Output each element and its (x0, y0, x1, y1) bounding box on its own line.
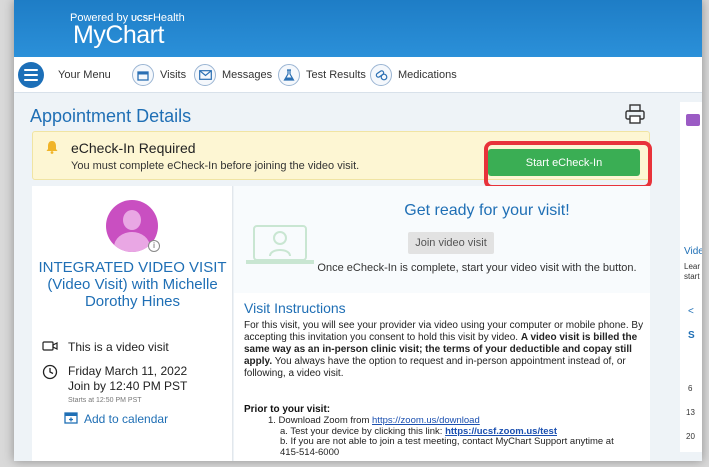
instructions-part-2: You always have the option to request an… (244, 356, 626, 379)
nav-visits-label: Visits (160, 69, 187, 81)
video-visit-label: This is a video visit (68, 340, 169, 354)
ready-message: Once eCheck-In is complete, start your v… (317, 262, 637, 274)
appointment-summary-card: i INTEGRATED VIDEO VISIT (Video Visit) w… (32, 186, 233, 461)
nav-test-results-label: Test Results (306, 69, 366, 81)
header-bar: Powered by UCSFHealth MyChart (14, 0, 702, 57)
nav-medications[interactable]: Medications (370, 57, 457, 93)
prior-steps-list: 1. Download Zoom from https://zoom.us/do… (268, 415, 614, 458)
highlight-annotation (484, 141, 652, 189)
echeckin-message: You must complete eCheck-In before joini… (71, 160, 360, 172)
your-menu-button[interactable]: Your Menu (18, 57, 111, 93)
nav-test-results[interactable]: Test Results (278, 57, 366, 93)
zoom-test-link[interactable]: https://ucsf.zoom.us/test (445, 426, 557, 437)
visit-instructions-title: Visit Instructions (244, 300, 346, 316)
starts-at: Starts at 12:50 PM PST (68, 397, 142, 404)
echeckin-title: eCheck-In Required (71, 140, 196, 156)
page-title: Appointment Details (30, 106, 192, 126)
visit-instructions-text: For this visit, you will see your provid… (244, 320, 644, 380)
step-1b: b. If you are not able to join a test me… (268, 436, 614, 448)
calendar-day-header: S (688, 330, 695, 341)
flask-icon (278, 64, 300, 86)
side-label-2: Lear (684, 262, 701, 271)
video-tile-icon (686, 114, 700, 126)
info-icon[interactable]: i (148, 240, 160, 252)
clock-icon (42, 364, 58, 380)
calendar-date[interactable]: 20 (686, 432, 695, 441)
nav-medications-label: Medications (398, 69, 457, 81)
add-to-calendar-label: Add to calendar (84, 412, 169, 426)
support-phone: 415-514-6000 (280, 446, 340, 458)
join-video-visit-button[interactable]: Join video visit (408, 232, 494, 254)
print-icon[interactable] (624, 104, 646, 124)
nav-visits[interactable]: Visits (132, 57, 186, 93)
provider-title[interactable]: INTEGRATED VIDEO VISIT (Video Visit) wit… (36, 259, 229, 310)
calendar-date[interactable]: 6 (688, 384, 692, 393)
nav-messages-label: Messages (222, 69, 273, 81)
calendar-date[interactable]: 13 (686, 408, 695, 417)
add-to-calendar-link[interactable]: Add to calendar (64, 411, 168, 427)
visit-details-card: Get ready for your visit! Join video vis… (234, 186, 650, 461)
envelope-icon (194, 64, 216, 86)
zoom-download-link[interactable]: https://zoom.us/download (372, 415, 480, 426)
ready-section: Get ready for your visit! Join video vis… (234, 186, 650, 293)
calendar-prev-button[interactable]: < (688, 306, 694, 317)
step-1a-text: a. Test your device by clicking this lin… (280, 425, 446, 437)
pills-icon (370, 64, 392, 86)
appointment-date: Friday March 11, 2022 (68, 364, 188, 378)
side-label-3: start (684, 272, 700, 281)
prior-to-visit-title: Prior to your visit: (244, 404, 331, 415)
app-window: Powered by UCSFHealth MyChart Your Menu … (14, 0, 702, 461)
video-visit-row: This is a video visit (42, 340, 169, 354)
calendar-add-icon (64, 411, 78, 427)
ready-title: Get ready for your visit! (404, 202, 570, 219)
nav-messages[interactable]: Messages (194, 57, 272, 93)
join-by-time: Join by 12:40 PM PST (68, 379, 188, 393)
your-menu-label: Your Menu (58, 69, 111, 81)
mychart-logo[interactable]: MyChart (73, 21, 164, 50)
side-panel: Vide Lear start < S 6 13 20 (680, 102, 702, 452)
step-1-text: 1. Download Zoom from (268, 415, 373, 426)
video-camera-icon (42, 340, 58, 354)
bell-icon (45, 140, 59, 154)
step-1b-text: b. If you are not able to join a test me… (280, 436, 614, 447)
date-row: Friday March 11, 2022 Join by 12:40 PM P… (42, 364, 187, 394)
hamburger-menu-icon (18, 62, 44, 88)
side-label-1[interactable]: Vide (684, 246, 702, 257)
calendar-icon (132, 64, 154, 86)
nav-bar: Your Menu Visits Messages Test Results M… (14, 57, 702, 93)
